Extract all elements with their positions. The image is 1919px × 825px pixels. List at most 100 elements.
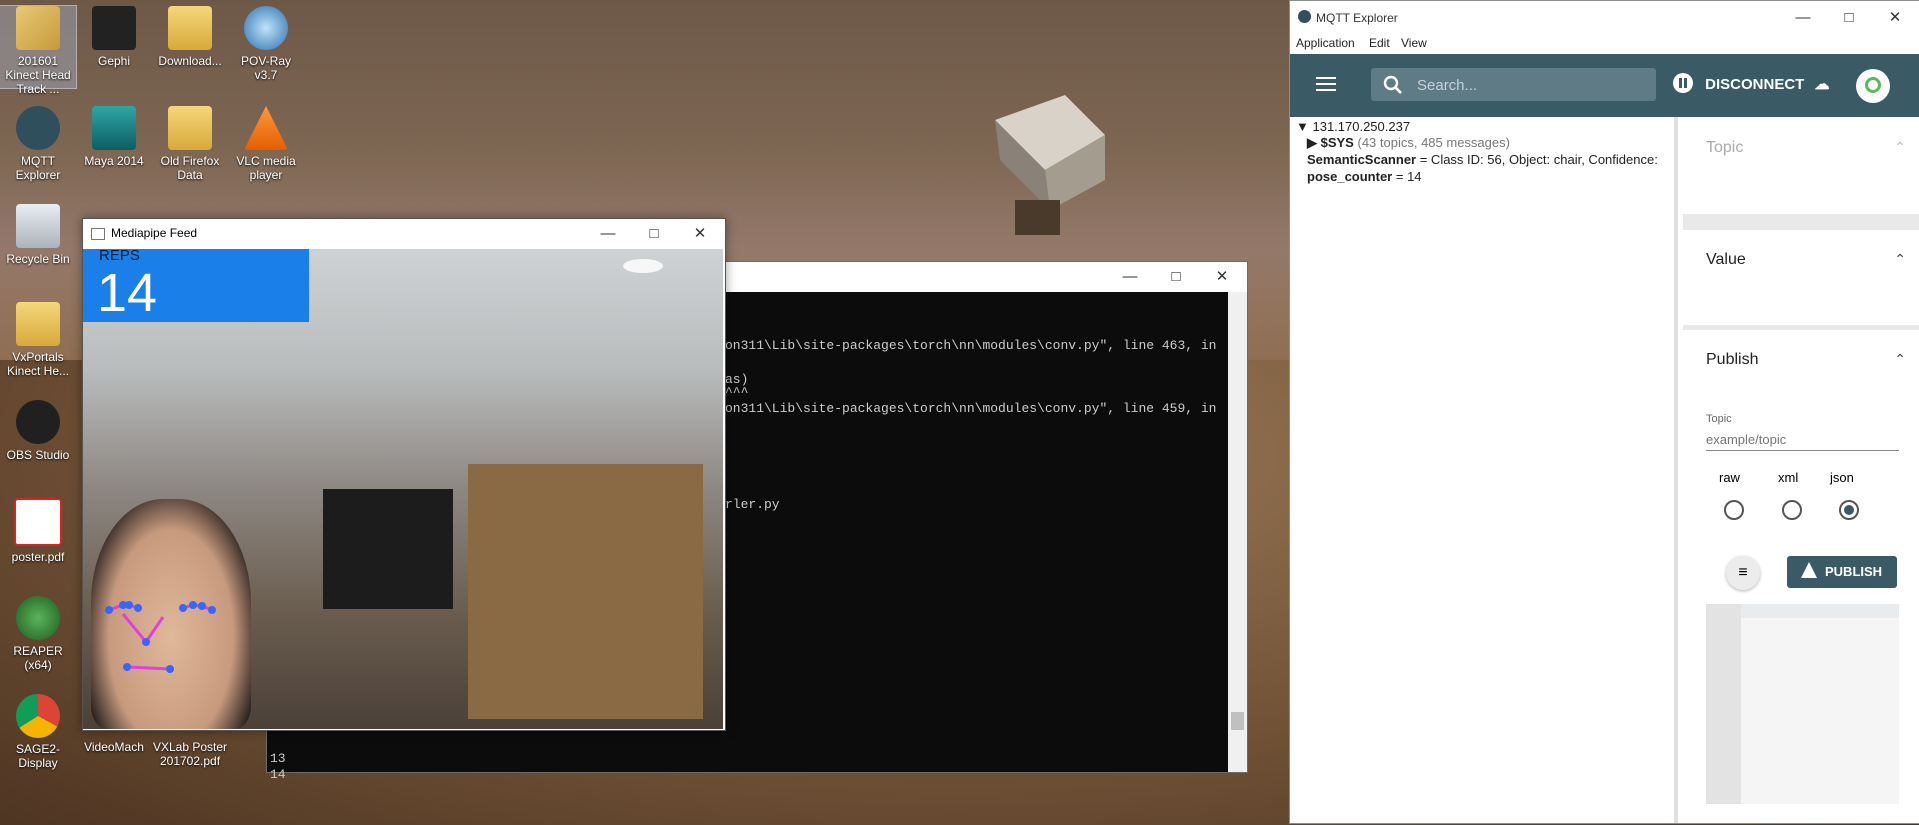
topic-card: Topic ⌃: [1683, 117, 1919, 214]
desktop-icon-label: Maya 2014: [84, 154, 144, 168]
maximize-icon[interactable]: □: [1153, 262, 1199, 291]
desktop-icon-label: SAGE2-Display: [15, 742, 60, 770]
console-line: on311\Lib\site-packages\torch\nn\modules…: [725, 401, 1217, 416]
desktop-icon-reaper[interactable]: REAPER (x64): [0, 596, 76, 672]
mqtt-app-icon: [1298, 10, 1311, 23]
menu-application[interactable]: Application: [1296, 36, 1355, 50]
obs-icon: [16, 400, 60, 444]
povray-icon: [244, 6, 288, 50]
payload-editor[interactable]: [1706, 604, 1899, 804]
publish-topic-input[interactable]: [1706, 428, 1899, 451]
format-label-raw: raw: [1719, 470, 1740, 485]
gephi-icon: [92, 6, 136, 50]
radio-json[interactable]: [1839, 500, 1859, 520]
desktop-icon-poster-pdf[interactable]: poster.pdf: [0, 498, 76, 564]
publish-topic-label: Topic: [1706, 413, 1732, 425]
recycle-bin-icon: [16, 204, 60, 248]
tree-pose-counter[interactable]: pose_counter = 14: [1307, 169, 1422, 184]
folder-icon: [168, 106, 212, 150]
format-label-xml: xml: [1778, 470, 1799, 485]
rover-image: [995, 95, 1105, 235]
scroll-thumb[interactable]: [1231, 712, 1244, 730]
desktop-icon-vlc[interactable]: VLC media player: [228, 106, 304, 182]
menu-edit[interactable]: Edit: [1369, 36, 1390, 50]
desktop-icon-videomach[interactable]: VideoMach: [76, 740, 152, 754]
disconnect-button[interactable]: DISCONNECT ☁: [1673, 68, 1830, 102]
desktop-icon-gephi[interactable]: Gephi: [76, 6, 152, 68]
tree-resize-handle[interactable]: [1674, 117, 1678, 823]
mqtt-titlebar[interactable]: MQTT Explorer — □ ✕: [1290, 1, 1919, 34]
desktop-icon-label: 201601 Kinect Head Track ...: [5, 54, 71, 96]
desktop-icon-povray[interactable]: POV-Ray v3.7: [228, 6, 304, 82]
minimize-icon[interactable]: —: [585, 219, 631, 248]
details-panel: Topic ⌃ Value ⌃ Publish ⌃ Topic raw xml …: [1683, 117, 1919, 823]
value-card: Value ⌃: [1683, 230, 1919, 325]
close-icon[interactable]: ✕: [1199, 262, 1245, 291]
desktop-icon-sage2-display[interactable]: SAGE2-Display: [0, 694, 76, 770]
menu-bar: Application Edit View: [1290, 34, 1919, 54]
desktop-icon-label: Recycle Bin: [6, 252, 70, 266]
value-heading: Value: [1706, 251, 1746, 268]
desktop-icon-vxportals[interactable]: VxPortals Kinect He...: [0, 302, 76, 378]
window-title: MQTT Explorer: [1316, 11, 1398, 25]
console-line: on311\Lib\site-packages\torch\nn\modules…: [725, 338, 1217, 353]
tree-semanticscanner[interactable]: SemanticScanner = Class ID: 56, Object: …: [1307, 152, 1658, 167]
desktop-icon-vxlab-poster[interactable]: VXLab Poster 201702.pdf: [152, 740, 228, 768]
desktop-icon-obs-studio[interactable]: OBS Studio: [0, 400, 76, 462]
desktop-icon-old-firefox-data[interactable]: Old Firefox Data: [152, 106, 228, 182]
radio-xml[interactable]: [1782, 500, 1802, 520]
mediapipe-titlebar[interactable]: Mediapipe Feed — □ ✕: [83, 219, 725, 249]
minimize-icon[interactable]: —: [1780, 1, 1826, 30]
vlc-icon: [244, 106, 288, 150]
console-line: ^^^: [725, 385, 749, 400]
close-icon[interactable]: ✕: [1872, 1, 1918, 30]
mediapipe-window[interactable]: Mediapipe Feed — □ ✕ REPS 14: [82, 218, 726, 731]
desktop-icon-downloads[interactable]: Download...: [152, 6, 228, 68]
desktop-icon-label: VXLab Poster 201702.pdf: [152, 740, 228, 768]
radio-raw[interactable]: [1724, 500, 1744, 520]
disconnect-label: DISCONNECT: [1705, 76, 1805, 93]
desktop-icon-kinect-head-track[interactable]: 201601 Kinect Head Track ...: [0, 5, 77, 96]
tree-host[interactable]: ▼ 131.170.250.237: [1296, 119, 1410, 134]
desktop-icon-recycle-bin[interactable]: Recycle Bin: [0, 204, 76, 266]
publish-card: Publish ⌃ Topic raw xml json ≡ PUBLISH: [1683, 330, 1919, 823]
publish-heading: Publish: [1706, 351, 1759, 368]
desktop-icon-label: VideoMach: [84, 740, 144, 754]
app-bar: DISCONNECT ☁: [1290, 54, 1919, 117]
desktop-icon-maya[interactable]: Maya 2014: [76, 106, 152, 168]
tree-sys[interactable]: ▶ $SYS (43 topics, 485 messages): [1307, 135, 1510, 151]
close-icon[interactable]: ✕: [677, 219, 723, 248]
tree-sys-meta: (43 topics, 485 messages): [1357, 135, 1510, 150]
app-icon: [91, 228, 105, 240]
minimize-icon[interactable]: —: [1107, 262, 1153, 291]
reps-counter: REPS 14: [83, 249, 309, 323]
search-icon: [1383, 75, 1402, 94]
menu-view[interactable]: View: [1401, 36, 1427, 50]
topic-value: = 14: [1392, 169, 1422, 184]
console-line: rler.py: [725, 497, 780, 512]
publish-button[interactable]: PUBLISH: [1787, 556, 1897, 588]
maximize-icon[interactable]: □: [631, 219, 677, 248]
connection-avatar-icon[interactable]: [1856, 69, 1890, 103]
reps-label: REPS: [99, 249, 140, 264]
desktop-icon-label: POV-Ray v3.7: [240, 54, 291, 82]
desktop-icon-label: MQTT Explorer: [15, 154, 61, 182]
editor-gutter: [1706, 604, 1741, 804]
chevron-up-icon[interactable]: ⌃: [1894, 139, 1906, 156]
hamburger-menu-icon[interactable]: [1316, 74, 1336, 96]
maximize-icon[interactable]: □: [1826, 1, 1872, 30]
format-text-icon[interactable]: ≡: [1726, 556, 1760, 590]
topic-heading: Topic: [1706, 139, 1744, 156]
search-box[interactable]: [1371, 68, 1656, 103]
desktop-icon-label: REAPER (x64): [13, 644, 63, 672]
console-line: 13: [270, 751, 286, 766]
chevron-up-icon[interactable]: ⌃: [1894, 351, 1906, 368]
search-input[interactable]: [1415, 68, 1649, 103]
console-scrollbar[interactable]: [1228, 292, 1247, 772]
chevron-up-icon[interactable]: ⌃: [1894, 251, 1906, 268]
camera-feed: REPS 14: [83, 249, 723, 729]
mqtt-explorer-window[interactable]: MQTT Explorer — □ ✕ Application Edit Vie…: [1289, 0, 1919, 824]
cloud-off-icon: ☁: [1814, 76, 1830, 93]
desktop-icon-mqtt-explorer[interactable]: MQTT Explorer: [0, 106, 76, 182]
pdf-icon: [14, 498, 62, 546]
